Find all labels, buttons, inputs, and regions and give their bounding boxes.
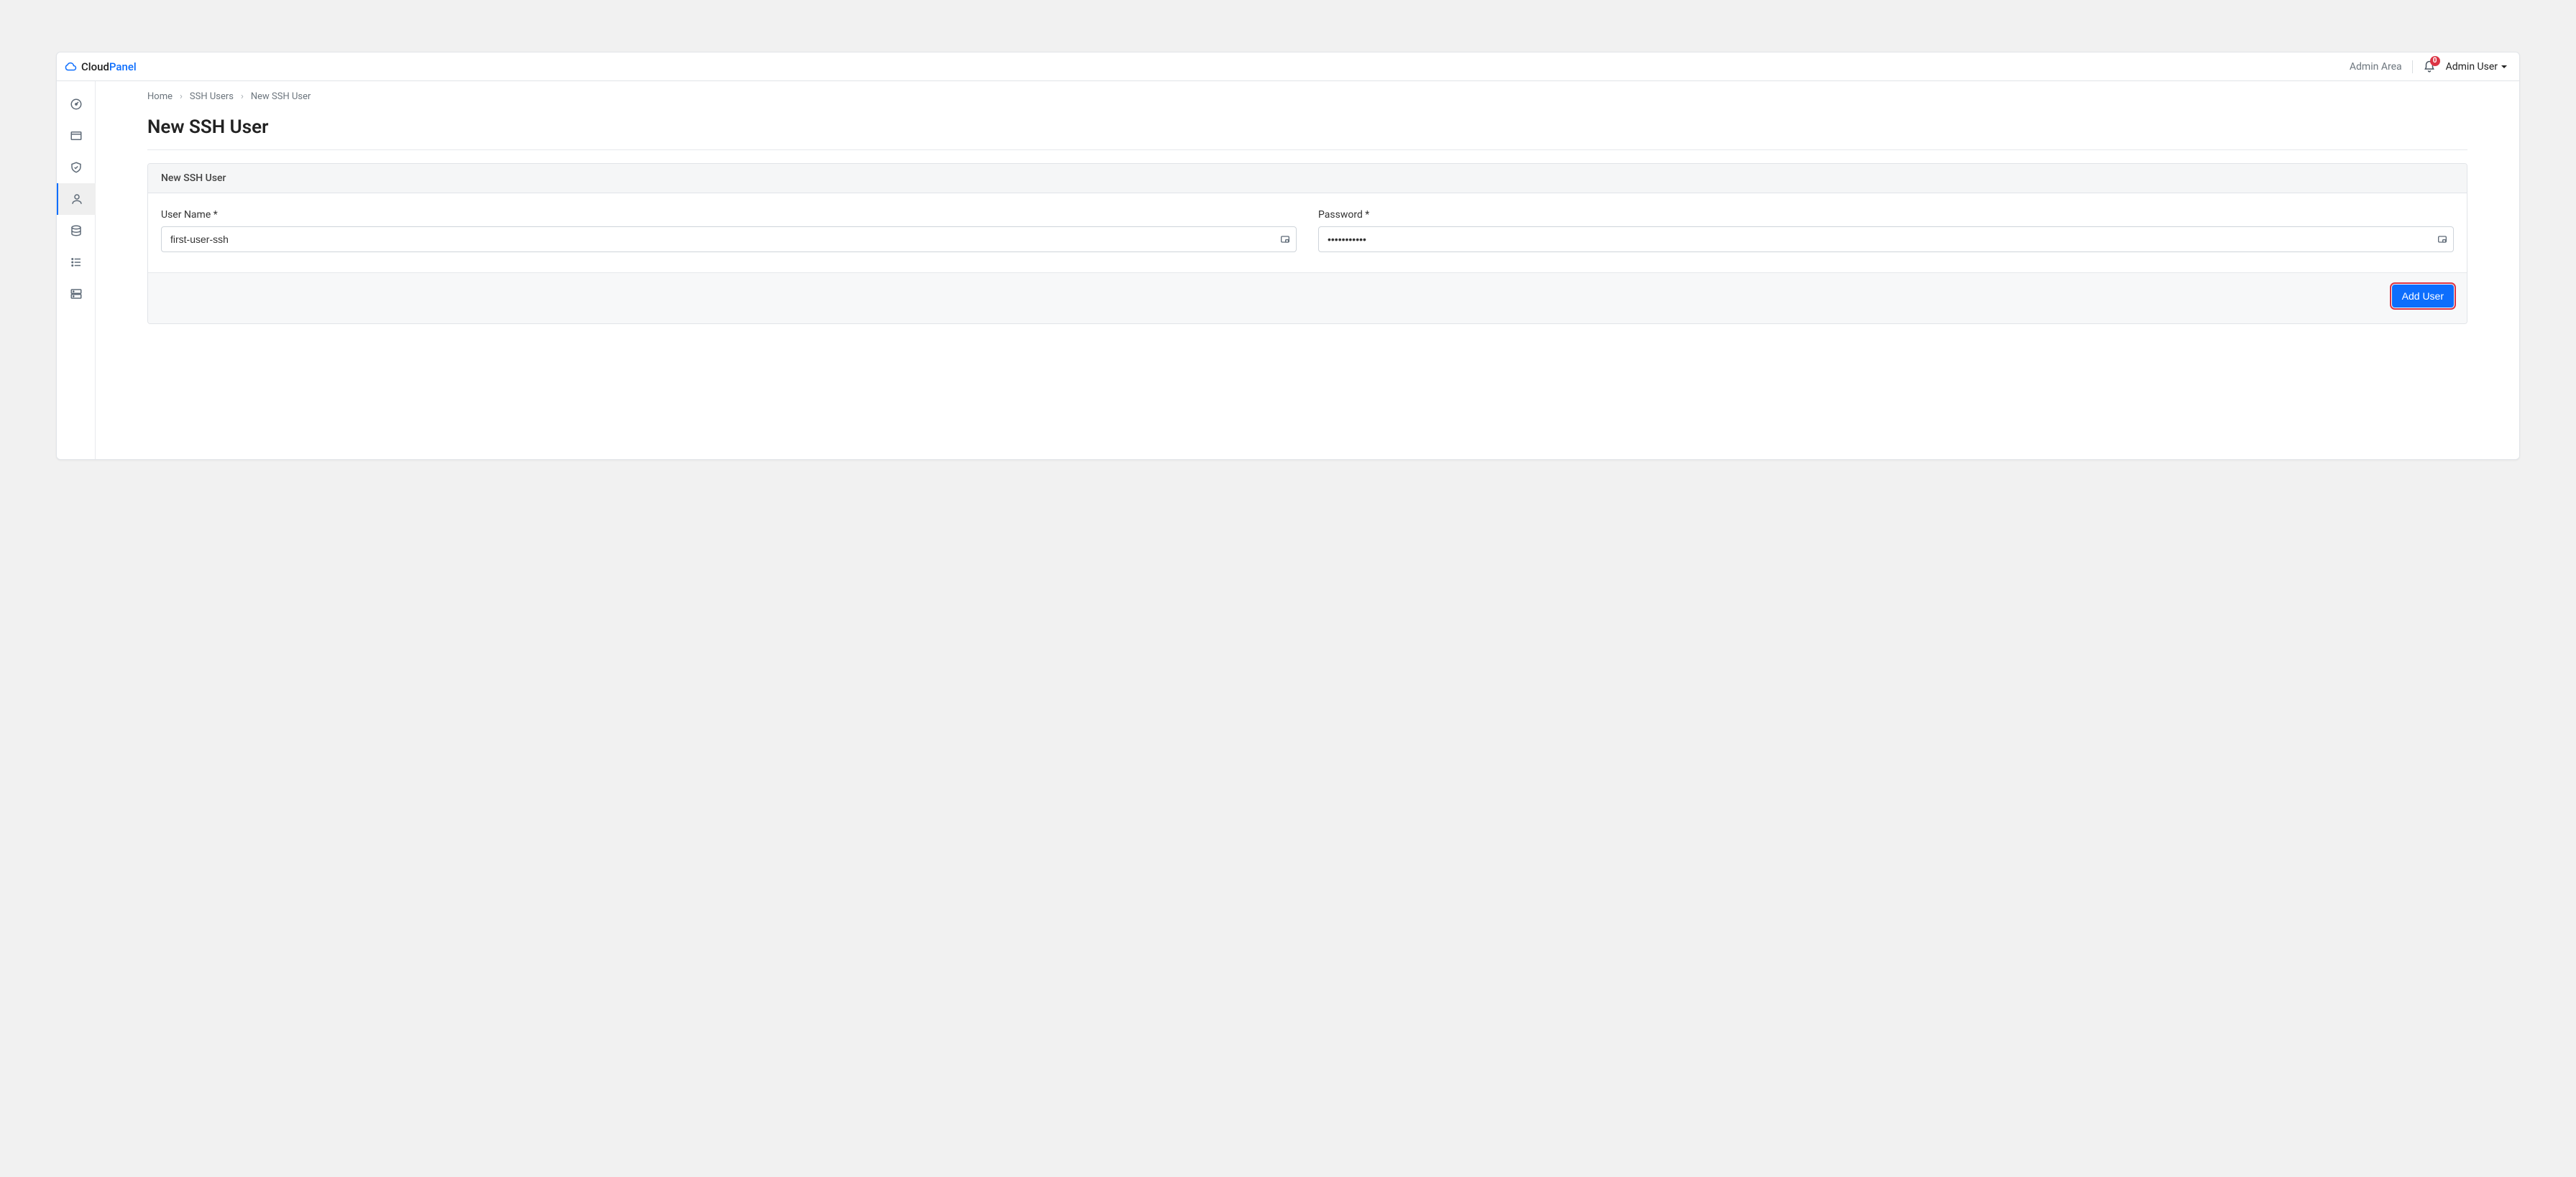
user-menu-label: Admin User: [2446, 61, 2498, 73]
notifications-button[interactable]: 0: [2423, 60, 2436, 73]
shield-icon: [70, 161, 83, 174]
page-title: New SSH User: [147, 116, 2467, 150]
user-menu[interactable]: Admin User: [2446, 61, 2508, 73]
topbar: CloudPanel Admin Area 0 Admin User: [57, 52, 2519, 81]
caret-down-icon: [2501, 63, 2508, 70]
username-label: User Name *: [161, 209, 1297, 221]
cloud-icon: [64, 60, 77, 73]
sidebar-item-users[interactable]: [57, 183, 96, 215]
autofill-icon: [2437, 234, 2448, 245]
password-label: Password *: [1318, 209, 2454, 221]
breadcrumb-ssh-users[interactable]: SSH Users: [190, 91, 234, 102]
admin-area-link[interactable]: Admin Area: [2350, 60, 2413, 73]
brand-logo[interactable]: CloudPanel: [64, 60, 137, 73]
card-header: New SSH User: [148, 164, 2467, 193]
sidebar: [57, 81, 96, 459]
main-content: Home › SSH Users › New SSH User New SSH …: [96, 81, 2519, 459]
window-icon: [70, 129, 83, 142]
sidebar-item-dashboard[interactable]: [57, 88, 96, 120]
app-panel: CloudPanel Admin Area 0 Admin User: [56, 52, 2520, 460]
server-icon: [70, 287, 83, 300]
notification-badge: 0: [2430, 56, 2440, 66]
brand-text: CloudPanel: [81, 60, 137, 73]
sidebar-item-security[interactable]: [57, 152, 96, 183]
breadcrumb: Home › SSH Users › New SSH User: [147, 91, 2467, 111]
sidebar-item-sites[interactable]: [57, 120, 96, 152]
sidebar-item-servers[interactable]: [57, 278, 96, 310]
chevron-right-icon: ›: [241, 91, 244, 102]
breadcrumb-current: New SSH User: [251, 91, 311, 102]
autofill-icon: [1279, 234, 1291, 245]
add-user-button[interactable]: Add User: [2392, 285, 2454, 308]
sidebar-item-cron[interactable]: [57, 246, 96, 278]
gauge-icon: [70, 98, 83, 111]
breadcrumb-home[interactable]: Home: [147, 91, 172, 102]
chevron-right-icon: ›: [180, 91, 183, 102]
new-ssh-user-card: New SSH User User Name *: [147, 163, 2467, 324]
username-input[interactable]: [161, 226, 1297, 252]
sidebar-item-databases[interactable]: [57, 215, 96, 246]
password-input[interactable]: [1318, 226, 2454, 252]
database-icon: [70, 224, 83, 237]
user-icon: [70, 193, 83, 206]
list-icon: [70, 256, 83, 269]
